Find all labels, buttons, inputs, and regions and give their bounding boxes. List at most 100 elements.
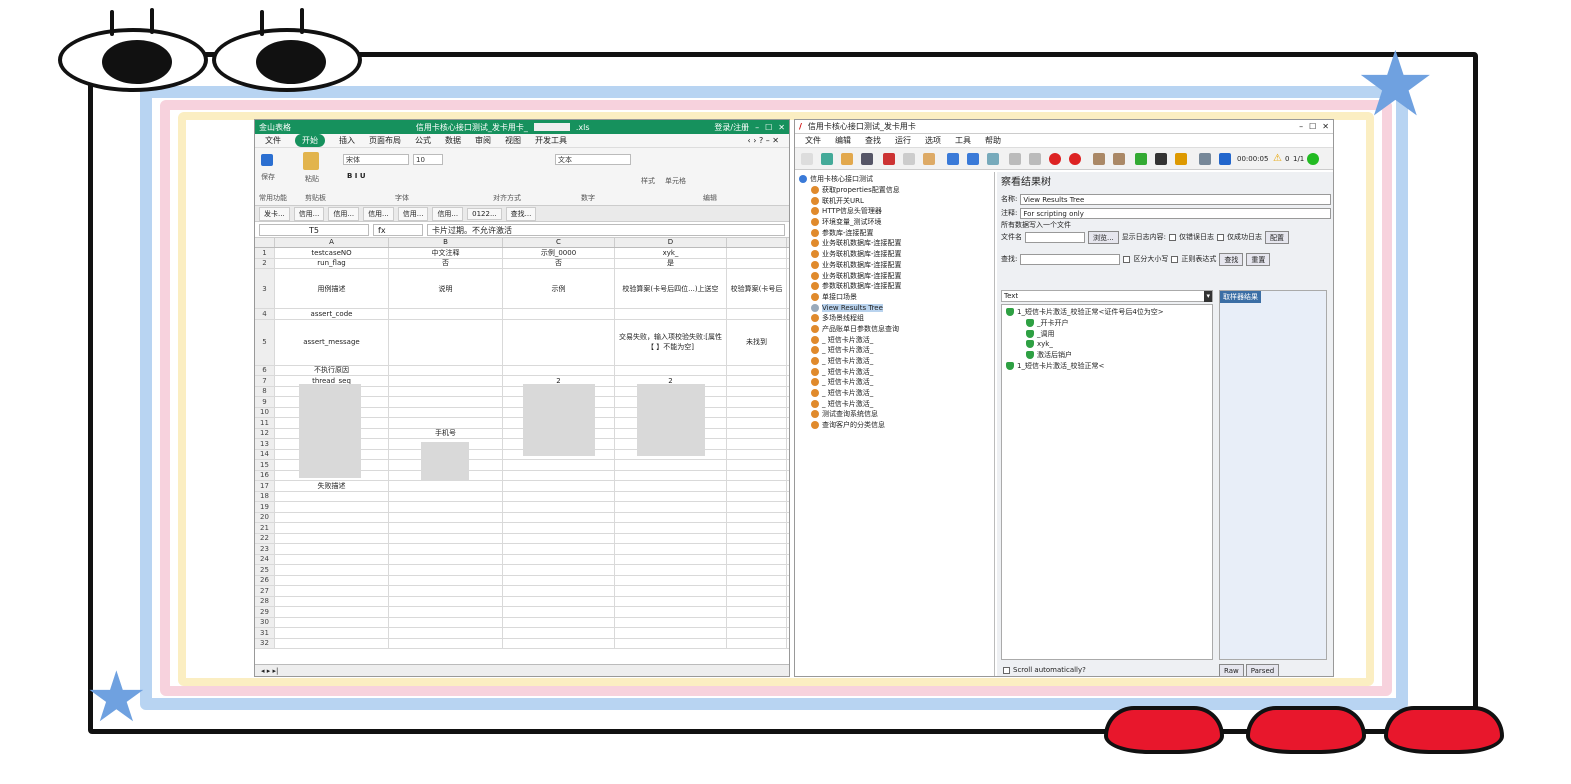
result-item[interactable]: _调用: [1004, 328, 1210, 339]
row-number[interactable]: 30: [255, 617, 275, 627]
row-number[interactable]: 11: [255, 418, 275, 428]
table-cell[interactable]: [275, 533, 389, 543]
configure-button[interactable]: 配置: [1265, 230, 1290, 244]
table-cell[interactable]: [503, 491, 615, 501]
table-cell[interactable]: [615, 638, 727, 648]
tree-item[interactable]: _ 短信卡片激活_: [799, 377, 990, 388]
tree-item[interactable]: _ 短信卡片激活_: [799, 334, 990, 345]
tree-item[interactable]: 产品账单日参数信息查询: [799, 324, 990, 335]
reset-button[interactable]: 重置: [1246, 252, 1271, 266]
table-cell[interactable]: [275, 523, 389, 533]
start-no-pause-icon[interactable]: [1029, 153, 1041, 165]
table-cell[interactable]: [615, 491, 727, 501]
cut-icon[interactable]: [883, 153, 895, 165]
table-cell[interactable]: [727, 607, 787, 617]
table-cell[interactable]: [615, 628, 727, 638]
table-cell[interactable]: [615, 586, 727, 596]
tree-item[interactable]: 业务联机数据库-连接配置: [799, 260, 990, 271]
menu-view[interactable]: 视图: [505, 135, 521, 146]
table-cell[interactable]: [727, 481, 787, 491]
doc-tab[interactable]: 0122...: [467, 207, 502, 220]
table-cell[interactable]: [275, 638, 389, 648]
close-icon[interactable]: ✕: [778, 123, 785, 132]
font-size-select[interactable]: 10: [413, 154, 443, 165]
filename-field[interactable]: [1025, 231, 1085, 243]
table-cell[interactable]: [727, 309, 787, 319]
minimize-icon[interactable]: –: [755, 123, 759, 132]
row-number[interactable]: 10: [255, 407, 275, 417]
toggle-icon[interactable]: [987, 153, 999, 165]
table-cell[interactable]: [503, 481, 615, 491]
tree-item[interactable]: _ 短信卡片激活_: [799, 345, 990, 356]
tree-item[interactable]: 信用卡核心接口测试: [799, 174, 990, 185]
menu-file[interactable]: 文件: [265, 135, 281, 146]
reset-search-icon[interactable]: [1175, 153, 1187, 165]
table-cell[interactable]: [727, 628, 787, 638]
binoculars-icon[interactable]: [1155, 153, 1167, 165]
table-cell[interactable]: [615, 554, 727, 564]
row-number[interactable]: 32: [255, 638, 275, 648]
table-cell[interactable]: [503, 544, 615, 554]
collapse-icon[interactable]: [967, 153, 979, 165]
table-cell[interactable]: [727, 533, 787, 543]
table-cell[interactable]: [503, 533, 615, 543]
table-cell[interactable]: [615, 565, 727, 575]
result-item[interactable]: 1_短信卡片激活_校验正常<: [1004, 360, 1210, 371]
row-number[interactable]: 8: [255, 386, 275, 396]
table-cell[interactable]: 用例描述: [275, 269, 389, 308]
row-number[interactable]: 19: [255, 502, 275, 512]
table-cell[interactable]: [275, 607, 389, 617]
row-number[interactable]: 12: [255, 428, 275, 438]
row-number[interactable]: 21: [255, 523, 275, 533]
result-item[interactable]: 激活后销户: [1004, 350, 1210, 361]
row-number[interactable]: 1: [255, 248, 275, 258]
tree-item[interactable]: 参数联机数据库-连接配置: [799, 281, 990, 292]
save-icon[interactable]: [861, 153, 873, 165]
search-input[interactable]: [1020, 253, 1121, 265]
menu-edit[interactable]: 编辑: [835, 135, 851, 146]
table-cell[interactable]: [615, 607, 727, 617]
table-cell[interactable]: [503, 575, 615, 585]
table-cell[interactable]: [727, 586, 787, 596]
save-icon[interactable]: [261, 154, 273, 166]
new-icon[interactable]: [801, 153, 813, 165]
table-cell[interactable]: [389, 512, 503, 522]
menu-insert[interactable]: 插入: [339, 135, 355, 146]
comment-field[interactable]: For scripting only: [1020, 207, 1331, 219]
row-number[interactable]: 3: [255, 269, 275, 308]
doc-tab[interactable]: 发卡...: [259, 206, 290, 221]
table-cell[interactable]: [503, 470, 615, 480]
table-cell[interactable]: [727, 565, 787, 575]
table-cell[interactable]: [503, 365, 615, 375]
menu-help[interactable]: 帮助: [985, 135, 1001, 146]
table-cell[interactable]: [389, 596, 503, 606]
table-cell[interactable]: 示例_0000: [503, 248, 615, 258]
table-cell[interactable]: [727, 407, 787, 417]
paste-icon[interactable]: [923, 153, 935, 165]
table-cell[interactable]: [727, 418, 787, 428]
success-only-checkbox[interactable]: [1217, 233, 1225, 241]
table-cell[interactable]: xyk_: [615, 248, 727, 258]
row-number[interactable]: 22: [255, 533, 275, 543]
doc-tab[interactable]: 信用...: [293, 206, 325, 221]
table-cell[interactable]: [389, 309, 503, 319]
browse-button[interactable]: 浏览...: [1088, 230, 1119, 244]
table-cell[interactable]: [615, 523, 727, 533]
case-sensitive-checkbox[interactable]: [1123, 255, 1131, 263]
table-cell[interactable]: [389, 386, 503, 396]
row-number[interactable]: 23: [255, 544, 275, 554]
table-cell[interactable]: [503, 586, 615, 596]
table-cell[interactable]: [727, 397, 787, 407]
table-cell[interactable]: [615, 502, 727, 512]
copy-icon[interactable]: [903, 153, 915, 165]
table-cell[interactable]: run_flag: [275, 258, 389, 268]
table-cell[interactable]: [389, 523, 503, 533]
row-number[interactable]: 25: [255, 565, 275, 575]
tree-item[interactable]: HTTP信息头管理器: [799, 206, 990, 217]
warning-icon[interactable]: ⚠: [1273, 153, 1282, 164]
doc-tab[interactable]: 查找...: [505, 206, 537, 221]
maximize-icon[interactable]: ☐: [765, 123, 772, 132]
clear-icon[interactable]: [1093, 153, 1105, 165]
table-cell[interactable]: [615, 533, 727, 543]
table-cell[interactable]: [727, 428, 787, 438]
